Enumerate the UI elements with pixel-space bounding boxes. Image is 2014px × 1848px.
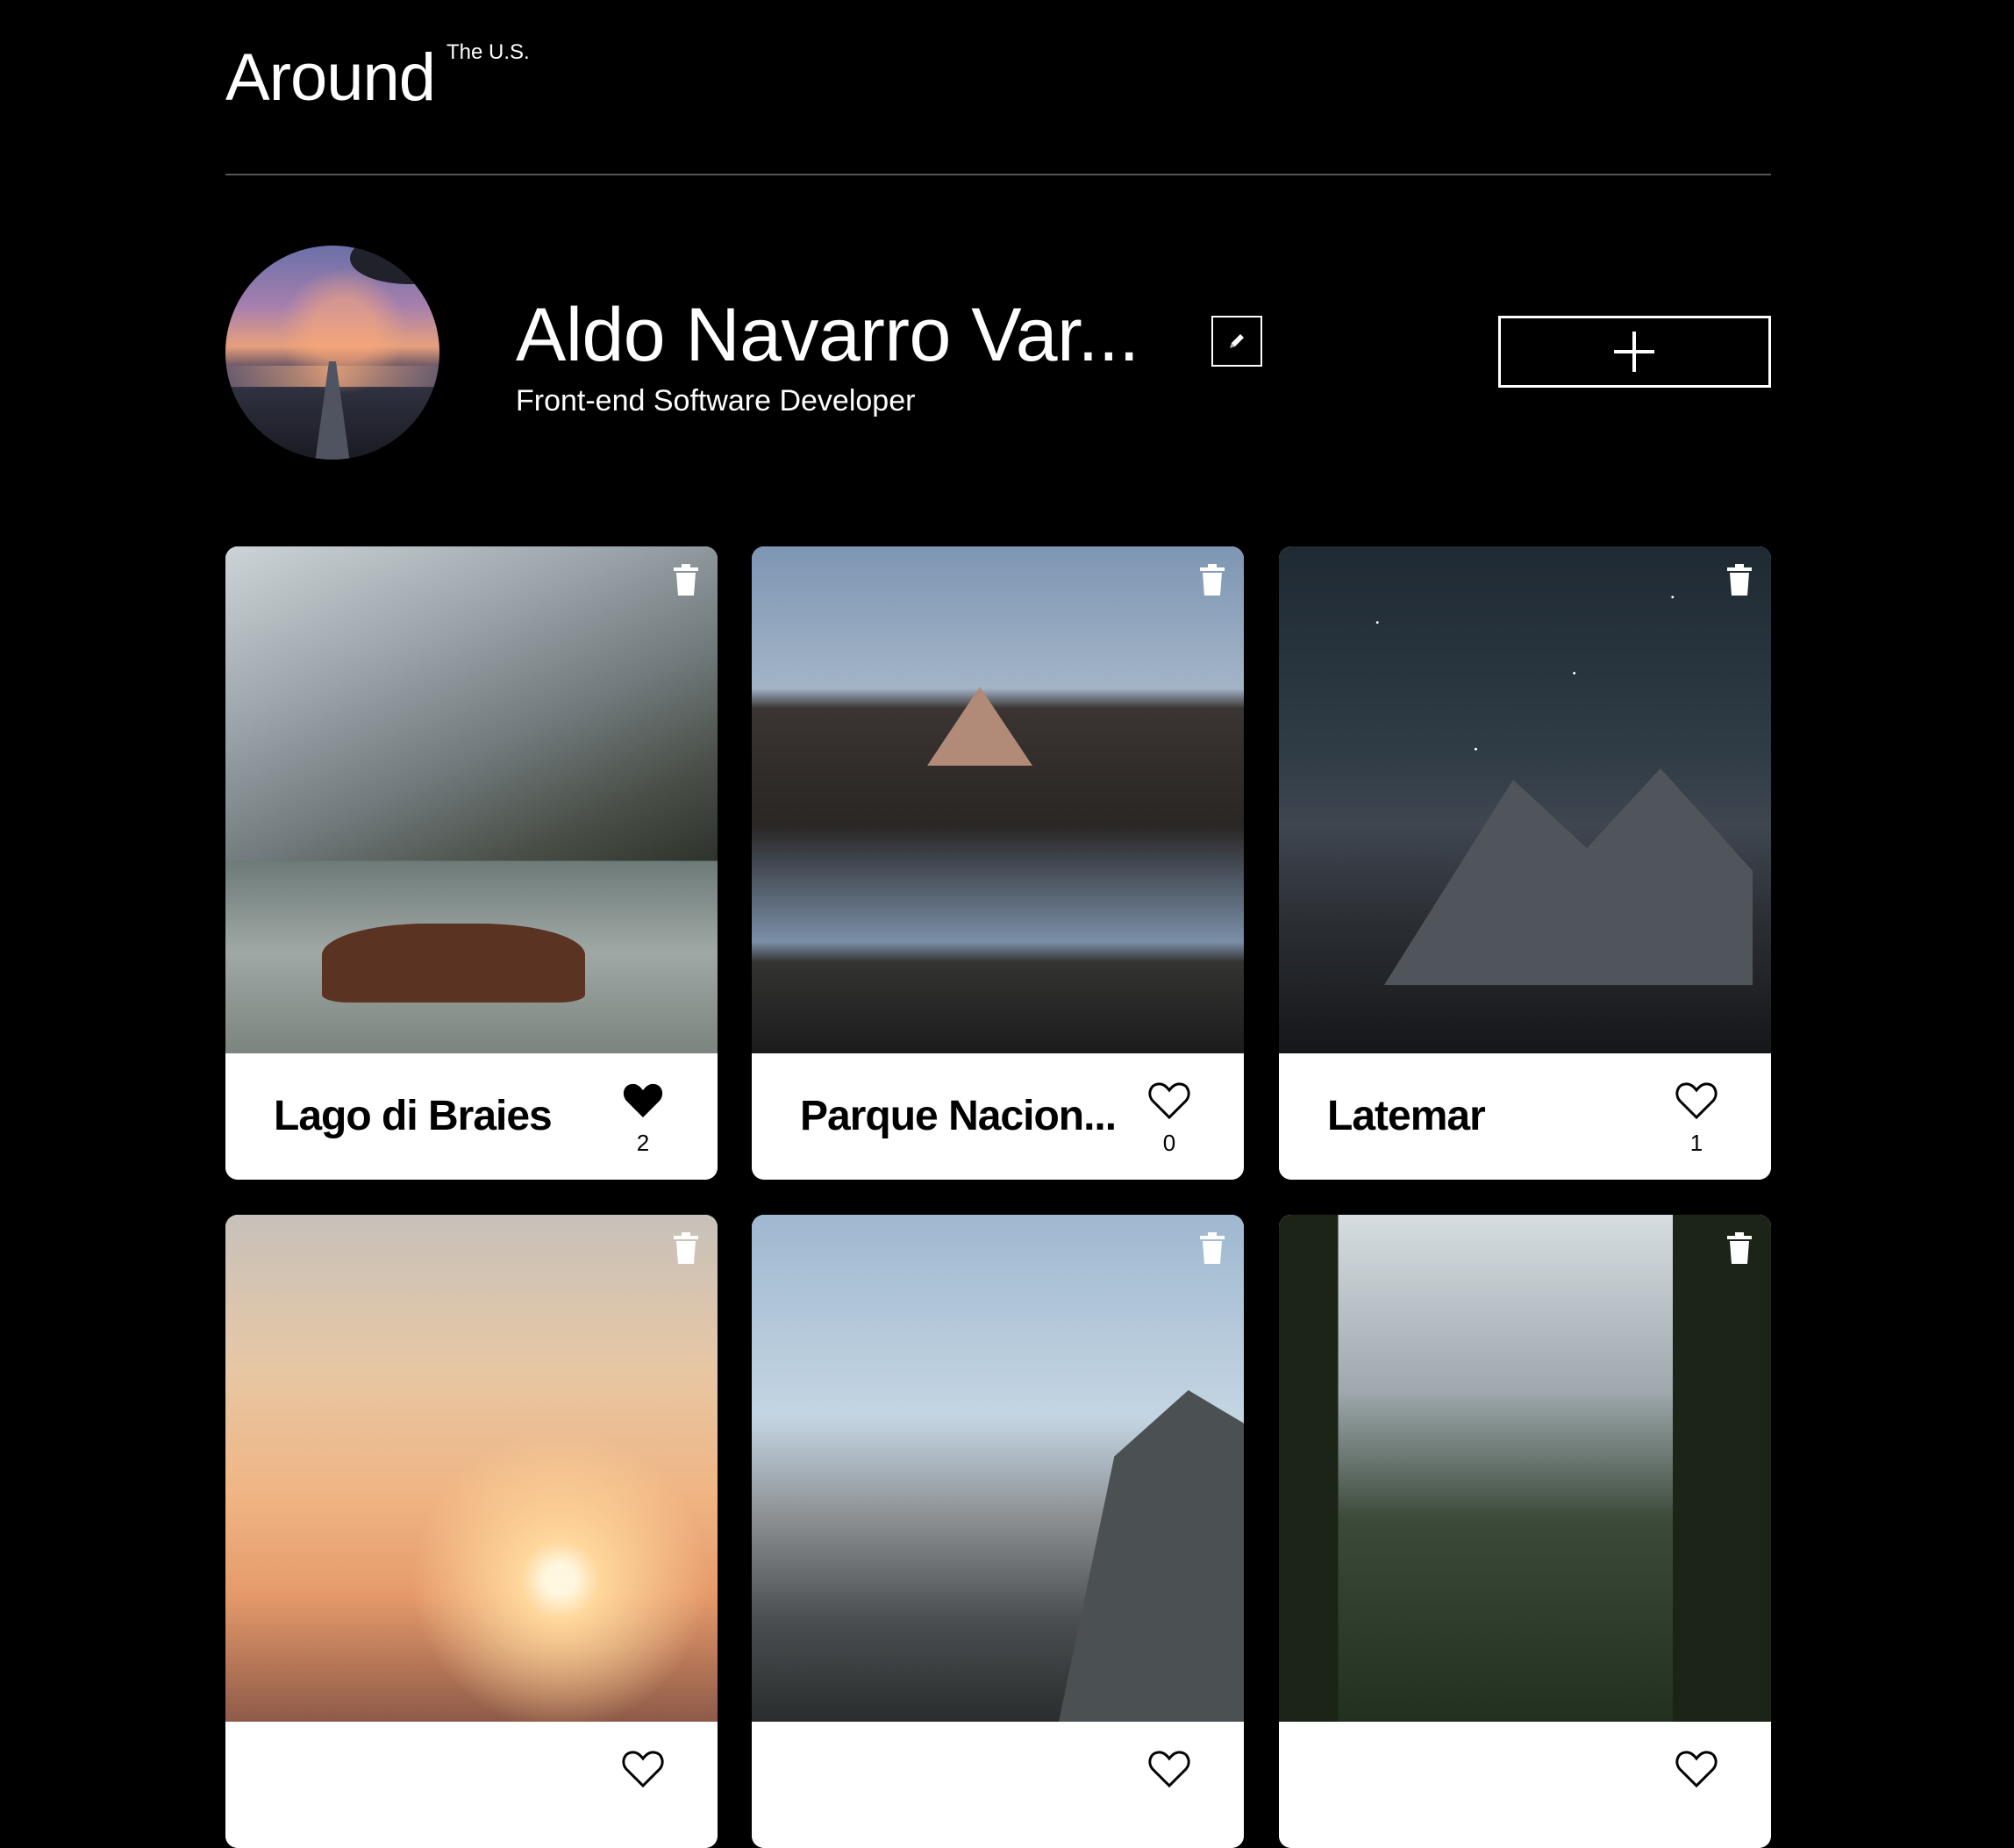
card-footer (225, 1722, 718, 1848)
card-footer: Lago di Braies 2 (225, 1053, 718, 1180)
trash-icon[interactable] (668, 1231, 703, 1266)
place-image[interactable] (1279, 546, 1771, 1053)
profile-name: Aldo Navarro Var... (516, 293, 1139, 377)
card-footer: Latemar 1 (1279, 1053, 1771, 1180)
card-footer (1279, 1722, 1771, 1848)
logo-text: Around (225, 40, 436, 115)
trash-icon[interactable] (668, 562, 703, 597)
place-title: Parque Nacion... (800, 1093, 1117, 1139)
place-title: Lago di Braies (274, 1093, 553, 1139)
page: Around The U.S. Aldo Navarro Var... Fron… (225, 0, 1771, 1848)
place-image[interactable] (752, 1215, 1244, 1722)
plus-icon (1614, 332, 1654, 372)
heart-icon[interactable] (1675, 1081, 1718, 1120)
heart-icon[interactable] (1675, 1750, 1718, 1788)
profile-about: Front-end Software Developer (516, 384, 916, 417)
add-place-button[interactable] (1498, 316, 1771, 388)
place-image[interactable] (225, 546, 718, 1053)
place-card (1279, 1215, 1771, 1848)
header: Around The U.S. (225, 0, 1771, 175)
logo-superscript: The U.S. (446, 40, 530, 64)
trash-icon[interactable] (1195, 562, 1230, 597)
like-count: 0 (1162, 1130, 1176, 1156)
heart-icon[interactable] (1148, 1750, 1190, 1788)
like-count: 2 (636, 1130, 650, 1156)
place-image[interactable] (752, 546, 1244, 1053)
place-card (225, 1215, 718, 1848)
card-footer: Parque Nacion... 0 (752, 1053, 1244, 1180)
place-image[interactable] (1279, 1215, 1771, 1722)
profile: Aldo Navarro Var... Front-end Software D… (225, 246, 1771, 460)
place-card: Latemar 1 (1279, 546, 1771, 1180)
heart-icon[interactable] (1148, 1081, 1190, 1120)
place-title: Latemar (1327, 1093, 1486, 1139)
heart-icon[interactable] (622, 1750, 664, 1788)
place-card: Lago di Braies 2 (225, 546, 718, 1180)
place-card: Parque Nacion... 0 (752, 546, 1244, 1180)
pencil-icon (1230, 334, 1244, 348)
place-card (752, 1215, 1244, 1848)
edit-profile-button[interactable] (1211, 316, 1262, 367)
place-image[interactable] (225, 1215, 718, 1722)
like-count: 1 (1689, 1130, 1703, 1156)
trash-icon[interactable] (1195, 1231, 1230, 1266)
avatar[interactable] (225, 246, 439, 460)
card-footer (752, 1722, 1244, 1848)
trash-icon[interactable] (1722, 562, 1757, 597)
heart-icon[interactable] (622, 1081, 664, 1120)
logo: Around The U.S. (225, 39, 530, 118)
trash-icon[interactable] (1722, 1231, 1757, 1266)
